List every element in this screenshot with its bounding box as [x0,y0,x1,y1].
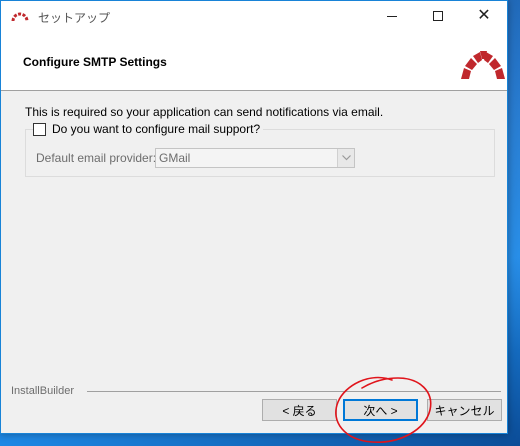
email-provider-value: GMail [159,151,191,165]
app-logo-icon [11,12,29,22]
email-provider-label: Default email provider: [36,151,157,165]
dropdown-button[interactable] [337,149,354,167]
chevron-down-icon [341,155,351,161]
description-text: This is required so your application can… [25,105,384,119]
setup-window: セットアップ ✕ Configure SMTP Settings This is… [0,0,508,434]
cancel-button[interactable]: キャンセル [427,399,502,421]
back-button[interactable]: < 戻る [262,399,337,421]
title-bar[interactable]: セットアップ ✕ [1,1,507,31]
email-provider-select[interactable]: GMail [155,148,355,168]
close-icon: ✕ [477,7,491,24]
footer-divider [87,391,501,392]
next-button[interactable]: 次へ > [343,399,418,421]
redmine-logo-icon [461,51,505,79]
close-button[interactable]: ✕ [461,1,507,31]
wizard-header: Configure SMTP Settings [1,31,507,91]
minimize-icon [387,15,397,17]
maximize-button[interactable] [415,1,461,31]
maximize-icon [433,11,443,21]
mail-support-toggle[interactable]: Do you want to configure mail support? [33,122,264,136]
mail-support-label: Do you want to configure mail support? [52,122,261,136]
page-title: Configure SMTP Settings [23,55,167,69]
mail-support-checkbox[interactable] [33,122,46,136]
minimize-button[interactable] [369,1,415,31]
window-title: セットアップ [38,11,111,25]
brand-label: InstallBuilder [11,385,78,397]
